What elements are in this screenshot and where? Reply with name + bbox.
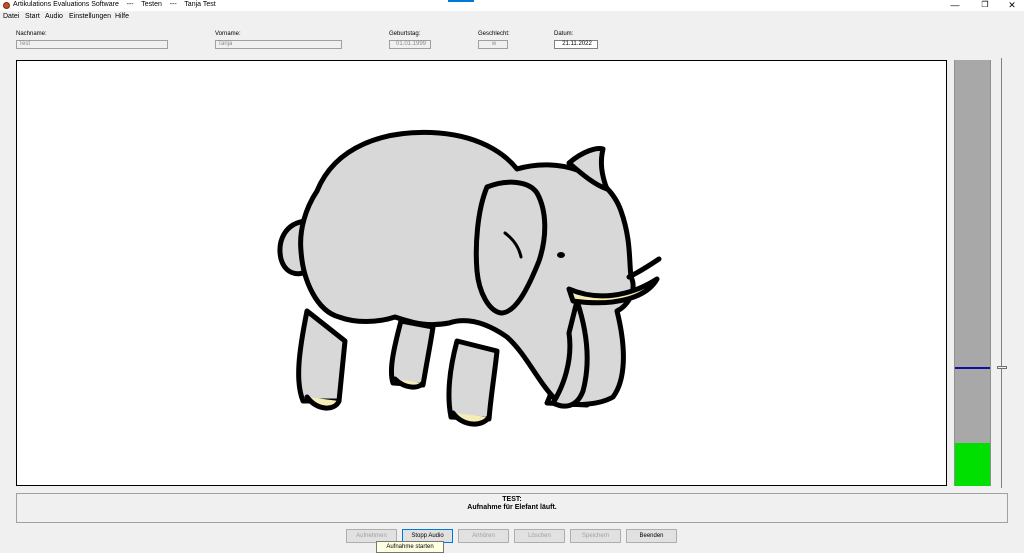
app-icon xyxy=(3,2,10,9)
menu-hilfe[interactable]: Hilfe xyxy=(115,13,129,20)
datum-label: Datum: xyxy=(554,31,574,37)
title-bar: Artikulations Evaluations Software --- T… xyxy=(0,0,1024,11)
threshold-slider-thumb[interactable] xyxy=(997,366,1007,369)
meter-level-bar xyxy=(955,443,990,486)
nachname-label: Nachname: xyxy=(16,31,47,37)
vorname-field[interactable]: Tanja xyxy=(215,40,342,49)
minimize-icon[interactable]: — xyxy=(944,0,966,11)
menu-datei[interactable]: Datei xyxy=(3,13,19,20)
status-message: Aufnahme für Elefant läuft. xyxy=(467,504,557,511)
geburtstag-label: Geburtstag: xyxy=(389,31,421,37)
beenden-button[interactable]: Beenden xyxy=(626,529,677,543)
menu-audio[interactable]: Audio xyxy=(45,13,63,20)
geschlecht-field[interactable]: w xyxy=(478,40,508,49)
menu-start[interactable]: Start xyxy=(25,13,40,20)
anhoeren-button[interactable]: Anhören xyxy=(458,529,509,543)
picture-canvas xyxy=(16,60,947,486)
menu-einstellungen[interactable]: Einstellungen xyxy=(69,13,111,20)
geschlecht-label: Geschlecht: xyxy=(478,31,510,37)
threshold-slider-track[interactable] xyxy=(1001,58,1002,488)
window-title: Artikulations Evaluations Software --- T… xyxy=(13,1,216,8)
loeschen-button[interactable]: Löschen xyxy=(514,529,565,543)
tooltip: Aufnahme starten xyxy=(376,541,444,553)
nachname-field[interactable]: Test xyxy=(16,40,168,49)
elephant-illustration xyxy=(277,129,662,427)
status-title: TEST: xyxy=(502,496,522,503)
menu-bar: Datei Start Audio Einstellungen Hilfe xyxy=(0,11,1024,22)
close-icon[interactable]: ✕ xyxy=(1001,0,1023,11)
title-accent xyxy=(448,0,474,2)
meter-threshold-line xyxy=(955,367,990,369)
audio-level-meter xyxy=(954,60,991,486)
maximize-icon[interactable]: ❐ xyxy=(974,0,996,11)
vorname-label: Vorname: xyxy=(215,31,241,37)
datum-field[interactable]: 21.11.2022 xyxy=(554,40,598,49)
speichern-button[interactable]: Speichern xyxy=(570,529,621,543)
status-panel: TEST: Aufnahme für Elefant läuft. xyxy=(16,493,1008,523)
geburtstag-field[interactable]: 01.01.1999 xyxy=(389,40,431,49)
